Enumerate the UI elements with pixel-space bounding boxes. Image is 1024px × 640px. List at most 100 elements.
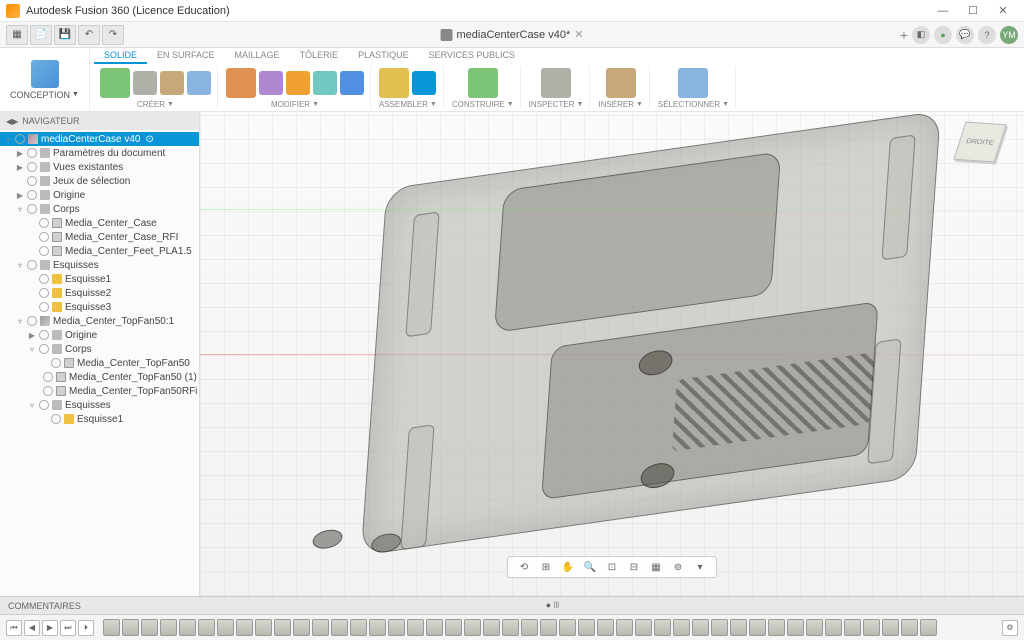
file-menu-button[interactable]: 📄: [30, 25, 52, 45]
visibility-toggle-icon[interactable]: [39, 274, 49, 284]
visibility-toggle-icon[interactable]: [27, 204, 37, 214]
timeline-feature[interactable]: [692, 619, 709, 636]
group-label[interactable]: SÉLECTIONNER: [658, 100, 720, 109]
timeline-feature[interactable]: [616, 619, 633, 636]
ribbon-tab-maillage[interactable]: MAILLAGE: [225, 48, 290, 64]
job-status-button[interactable]: ●: [934, 26, 952, 44]
timeline-feature[interactable]: [388, 619, 405, 636]
tree-node[interactable]: Esquisse1: [0, 272, 199, 286]
visibility-toggle-icon[interactable]: [39, 288, 49, 298]
expand-toggle-icon[interactable]: ▶: [16, 163, 24, 172]
tree-node[interactable]: ▶Origine: [0, 328, 199, 342]
comments-bar[interactable]: COMMENTAIRES ● ꔖ: [0, 596, 1024, 614]
timeline-feature[interactable]: [749, 619, 766, 636]
timeline-feature[interactable]: [331, 619, 348, 636]
timeline-feature[interactable]: [198, 619, 215, 636]
group-label[interactable]: CONSTRUIRE: [452, 100, 505, 109]
visibility-toggle-icon[interactable]: [43, 372, 53, 382]
visibility-toggle-icon[interactable]: [39, 302, 49, 312]
timeline-feature[interactable]: [654, 619, 671, 636]
nav-tool-button[interactable]: ▦: [648, 559, 664, 575]
timeline-feature[interactable]: [768, 619, 785, 636]
timeline-feature[interactable]: [711, 619, 728, 636]
tree-node[interactable]: Media_Center_TopFan50 (1): [0, 370, 199, 384]
timeline-feature[interactable]: [464, 619, 481, 636]
close-tab-icon[interactable]: ✕: [574, 28, 583, 41]
ribbon-tab-services publics[interactable]: SERVICES PUBLICS: [419, 48, 525, 64]
tool-icon[interactable]: [678, 68, 708, 98]
timeline-feature[interactable]: [597, 619, 614, 636]
timeline-feature[interactable]: [540, 619, 557, 636]
timeline-feature[interactable]: [673, 619, 690, 636]
tree-node[interactable]: ▿Esquisses: [0, 398, 199, 412]
undo-button[interactable]: ↶: [78, 25, 100, 45]
timeline-feature[interactable]: [483, 619, 500, 636]
timeline-feature[interactable]: [920, 619, 937, 636]
expand-toggle-icon[interactable]: ▿: [16, 205, 24, 214]
help-button[interactable]: ?: [978, 26, 996, 44]
timeline-feature[interactable]: [179, 619, 196, 636]
window-minimize-button[interactable]: —: [928, 1, 958, 21]
active-document-tab[interactable]: mediaCenterCase v40* ✕: [441, 28, 584, 41]
nav-tool-button[interactable]: ⊡: [604, 559, 620, 575]
visibility-toggle-icon[interactable]: [27, 162, 37, 172]
timeline-feature[interactable]: [103, 619, 120, 636]
tree-node[interactable]: Media_Center_TopFan50RFi: [0, 384, 199, 398]
visibility-toggle-icon[interactable]: [15, 134, 25, 144]
activate-component-icon[interactable]: ⊙: [146, 134, 154, 145]
group-label[interactable]: INSÉRER: [598, 100, 634, 109]
tool-icon[interactable]: [541, 68, 571, 98]
tool-icon[interactable]: [286, 71, 310, 95]
browser-header[interactable]: ◀▶ NAVIGATEUR: [0, 112, 199, 130]
tool-icon[interactable]: [160, 71, 184, 95]
nav-tool-button[interactable]: ⟲: [516, 559, 532, 575]
timeline-control-button[interactable]: ⏵: [78, 620, 94, 636]
expand-toggle-icon[interactable]: ▿: [16, 317, 24, 326]
tree-node[interactable]: ▿Corps: [0, 202, 199, 216]
window-close-button[interactable]: ✕: [988, 1, 1018, 21]
user-avatar[interactable]: YM: [1000, 26, 1018, 44]
tool-icon[interactable]: [100, 68, 130, 98]
timeline-feature[interactable]: [787, 619, 804, 636]
group-dropdown-icon[interactable]: ▼: [167, 101, 174, 108]
tree-node[interactable]: Esquisse1: [0, 412, 199, 426]
expand-toggle-icon[interactable]: ▶: [16, 191, 24, 200]
tree-node[interactable]: Esquisse3: [0, 300, 199, 314]
tool-icon[interactable]: [187, 71, 211, 95]
tool-icon[interactable]: [606, 68, 636, 98]
group-label[interactable]: ASSEMBLER: [379, 100, 428, 109]
nav-tool-button[interactable]: 🔍: [582, 559, 598, 575]
timeline-feature[interactable]: [502, 619, 519, 636]
visibility-toggle-icon[interactable]: [43, 386, 53, 396]
ribbon-tab-tôlerie[interactable]: TÔLERIE: [290, 48, 349, 64]
tool-icon[interactable]: [468, 68, 498, 98]
view-cube[interactable]: DROITE: [960, 122, 1010, 172]
nav-tool-button[interactable]: ⊚: [670, 559, 686, 575]
visibility-toggle-icon[interactable]: [27, 190, 37, 200]
timeline-feature[interactable]: [730, 619, 747, 636]
tree-node[interactable]: Media_Center_Feet_PLA1.5: [0, 244, 199, 258]
ribbon-tab-solide[interactable]: SOLIDE: [94, 48, 147, 64]
tool-icon[interactable]: [226, 68, 256, 98]
timeline-feature[interactable]: [844, 619, 861, 636]
viewport-canvas[interactable]: DROITE ⟲⊞✋🔍⊡⊟▦⊚▾: [200, 112, 1024, 596]
expand-toggle-icon[interactable]: ▿: [16, 261, 24, 270]
group-dropdown-icon[interactable]: ▼: [430, 101, 437, 108]
tree-node[interactable]: Media_Center_TopFan50: [0, 356, 199, 370]
group-dropdown-icon[interactable]: ▼: [722, 101, 729, 108]
timeline-feature[interactable]: [901, 619, 918, 636]
timeline-feature[interactable]: [141, 619, 158, 636]
timeline-feature[interactable]: [806, 619, 823, 636]
visibility-toggle-icon[interactable]: [27, 316, 37, 326]
group-label[interactable]: MODIFIER: [271, 100, 310, 109]
tree-node[interactable]: Jeux de sélection: [0, 174, 199, 188]
workspace-switcher[interactable]: CONCEPTION▼: [0, 48, 90, 111]
nav-tool-button[interactable]: ✋: [560, 559, 576, 575]
tool-icon[interactable]: [379, 68, 409, 98]
timeline-feature[interactable]: [274, 619, 291, 636]
expand-toggle-icon[interactable]: ▿: [28, 345, 36, 354]
visibility-toggle-icon[interactable]: [27, 176, 37, 186]
visibility-toggle-icon[interactable]: [51, 414, 61, 424]
timeline-feature[interactable]: [863, 619, 880, 636]
group-label[interactable]: INSPECTER: [529, 100, 575, 109]
